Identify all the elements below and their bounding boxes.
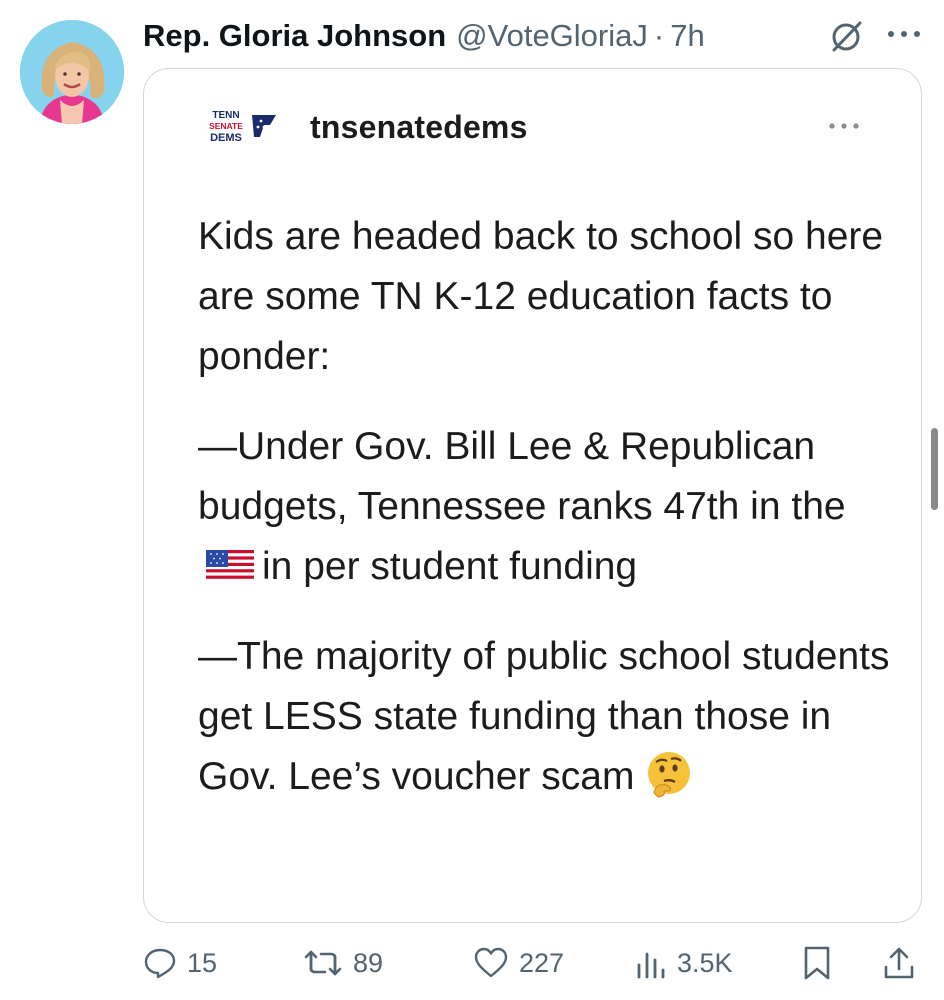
thinking-face-icon: [648, 752, 691, 798]
avatar-photo: [20, 20, 124, 124]
like-button[interactable]: 227: [473, 938, 564, 988]
repost-icon: [304, 950, 342, 976]
bookmark-icon: [804, 946, 830, 980]
action-bar: 15 89 227 3.5K: [143, 938, 933, 988]
us-flag-icon: [206, 550, 254, 582]
like-count: 227: [519, 947, 565, 978]
share-button[interactable]: [883, 938, 915, 988]
paragraph-voucher: —The majority of public school students …: [198, 627, 898, 807]
repost-button[interactable]: 89: [303, 938, 383, 988]
logo-line-2: SENATE: [209, 121, 243, 131]
tweet-timestamp[interactable]: 7h: [670, 18, 704, 54]
voucher-text: —The majority of public school students …: [198, 635, 890, 798]
funding-rank-text-before: —Under Gov. Bill Lee & Republican budget…: [198, 425, 846, 528]
repost-count: 89: [353, 947, 384, 978]
heart-icon: [474, 947, 508, 978]
more-icon[interactable]: [884, 22, 924, 46]
logo-line-3: DEMS: [210, 132, 242, 144]
quoted-post-text: Kids are headed back to school so here a…: [198, 207, 898, 837]
author-display-name[interactable]: Rep. Gloria Johnson: [143, 18, 446, 54]
views-button[interactable]: 3.5K: [635, 938, 733, 988]
quoted-more-icon[interactable]: [824, 119, 864, 133]
share-icon: [884, 947, 914, 979]
quoted-account-name[interactable]: tnsenatedems: [310, 109, 528, 146]
scrollbar[interactable]: [931, 428, 938, 510]
author-handle[interactable]: @VoteGloriaJ: [456, 18, 648, 54]
reply-button[interactable]: 15: [143, 938, 217, 988]
tweet-header: Rep. Gloria Johnson @VoteGloriaJ · 7h: [143, 14, 705, 58]
paragraph-funding-rank: —Under Gov. Bill Lee & Republican budget…: [198, 417, 898, 597]
views-icon: [637, 952, 665, 979]
paragraph-intro: Kids are headed back to school so here a…: [198, 215, 884, 378]
reply-count: 15: [187, 947, 218, 978]
separator-dot: ·: [653, 18, 665, 53]
logo-line-1: TENN: [212, 110, 239, 121]
quoted-post-card[interactable]: TENN SENATE DEMS tnsenatedems Kids are h…: [143, 68, 922, 923]
tenn-senate-dems-logo: TENN SENATE DEMS: [209, 110, 276, 144]
bookmark-button[interactable]: [802, 938, 832, 988]
avatar[interactable]: [20, 20, 124, 124]
funding-rank-text-after: in per student funding: [262, 545, 638, 588]
views-count: 3.5K: [677, 947, 733, 978]
grok-icon[interactable]: [829, 20, 863, 54]
reply-icon: [144, 948, 176, 979]
quoted-post-header: TENN SENATE DEMS tnsenatedems: [198, 105, 528, 149]
tweet: Rep. Gloria Johnson @VoteGloriaJ · 7h TE…: [0, 0, 944, 1000]
